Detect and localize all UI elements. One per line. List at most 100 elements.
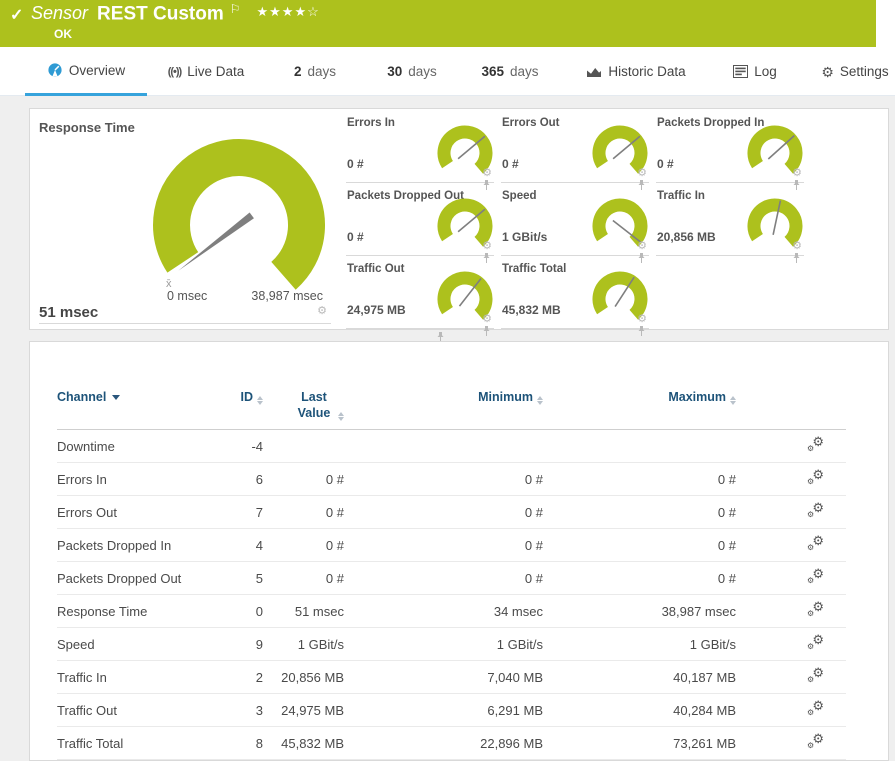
cell-minimum bbox=[344, 430, 543, 463]
tab-number: 2 bbox=[294, 64, 302, 79]
gauge-settings-gear-icon[interactable]: ⚙ bbox=[637, 168, 647, 179]
cell-maximum: 40,284 MB bbox=[543, 694, 736, 727]
sort-arrows-icon[interactable] bbox=[537, 396, 543, 405]
channel-settings-gears-icon[interactable]: ⚙⚙ bbox=[808, 668, 824, 683]
cell-last-value: 51 msec bbox=[263, 595, 344, 628]
table-header-row: Channel ID Last Value Minimum Maximum bbox=[57, 390, 846, 430]
tab-overview[interactable]: Overview bbox=[25, 47, 147, 96]
cell-last-value: 0 # bbox=[263, 529, 344, 562]
channel-settings-gears-icon[interactable]: ⚙⚙ bbox=[808, 536, 824, 551]
tab-number: 30 bbox=[387, 64, 402, 79]
gauge-traffic-out: Traffic Out 24,975 MB ⚙ bbox=[346, 259, 494, 329]
tile-label: Traffic Total bbox=[502, 263, 566, 275]
gauge-settings-gear-icon[interactable]: ⚙ bbox=[317, 306, 327, 317]
channel-settings-gears-icon[interactable]: ⚙⚙ bbox=[808, 437, 824, 452]
flag-icon[interactable]: ⚐ bbox=[230, 2, 241, 16]
channel-settings-gears-icon[interactable]: ⚙⚙ bbox=[808, 635, 824, 650]
gauge-traffic-total: Traffic Total 45,832 MB ⚙ bbox=[501, 259, 649, 329]
prtg-sensor-page: ✓ SensorREST Custom⚐★★★★☆ OK Overview ((… bbox=[0, 0, 895, 761]
table-row-packets-dropped-out[interactable]: Packets Dropped Out 5 0 # 0 # 0 # ⚙⚙ bbox=[57, 562, 846, 595]
channel-table-panel: Channel ID Last Value Minimum Maximum bbox=[29, 341, 889, 761]
broadcast-icon: ((•)) bbox=[168, 66, 182, 78]
table-row-response-time[interactable]: Response Time 0 51 msec 34 msec 38,987 m… bbox=[57, 595, 846, 628]
column-header-maximum[interactable]: Maximum bbox=[543, 390, 736, 430]
gauge-settings-gear-icon[interactable]: ⚙ bbox=[637, 314, 647, 325]
tile-value: 0 # bbox=[347, 230, 364, 244]
channel-settings-gears-icon[interactable]: ⚙⚙ bbox=[808, 701, 824, 716]
gauge-settings-gear-icon[interactable]: ⚙ bbox=[482, 314, 492, 325]
priority-stars[interactable]: ★★★★☆ bbox=[257, 4, 320, 19]
gauge-settings-gear-icon[interactable]: ⚙ bbox=[792, 168, 802, 179]
channel-settings-gears-icon[interactable]: ⚙⚙ bbox=[808, 503, 824, 518]
sort-arrows-icon[interactable] bbox=[730, 396, 736, 405]
tab-label: days bbox=[408, 64, 437, 79]
gauge-settings-gear-icon[interactable]: ⚙ bbox=[637, 241, 647, 252]
tab-log[interactable]: Log bbox=[722, 47, 788, 96]
tab-label: Live Data bbox=[187, 64, 244, 79]
tab-label: Historic Data bbox=[608, 64, 685, 79]
table-row-traffic-total[interactable]: Traffic Total 8 45,832 MB 22,896 MB 73,2… bbox=[57, 727, 846, 760]
column-header-minimum[interactable]: Minimum bbox=[344, 390, 543, 430]
table-row-downtime[interactable]: Downtime -4 ⚙⚙ bbox=[57, 430, 846, 463]
tile-value: 0 # bbox=[347, 157, 364, 171]
tab-live-data[interactable]: ((•)) Live Data bbox=[150, 47, 262, 96]
table-row-packets-dropped-in[interactable]: Packets Dropped In 4 0 # 0 # 0 # ⚙⚙ bbox=[57, 529, 846, 562]
table-row-speed[interactable]: Speed 9 1 GBit/s 1 GBit/s 1 GBit/s ⚙⚙ bbox=[57, 628, 846, 661]
cell-last-value: 0 # bbox=[263, 496, 344, 529]
gauge-speed: Speed 1 GBit/s ⚙ bbox=[501, 186, 649, 256]
column-header-id[interactable]: ID bbox=[207, 390, 263, 430]
column-header-channel[interactable]: Channel bbox=[57, 390, 207, 430]
channel-gauge-grid: Errors In 0 # ⚙ Errors Out bbox=[346, 113, 804, 329]
sort-arrows-icon[interactable] bbox=[257, 396, 263, 405]
tab-bar: Overview ((•)) Live Data 2 days 30 days … bbox=[0, 47, 895, 96]
channel-settings-gears-icon[interactable]: ⚙⚙ bbox=[808, 734, 824, 749]
table-row-traffic-out[interactable]: Traffic Out 3 24,975 MB 6,291 MB 40,284 … bbox=[57, 694, 846, 727]
channel-table: Channel ID Last Value Minimum Maximum bbox=[57, 390, 846, 760]
cell-maximum: 1 GBit/s bbox=[543, 628, 736, 661]
gauge-title: Response Time bbox=[39, 120, 135, 135]
tab-30-days[interactable]: 30 days bbox=[372, 47, 452, 96]
gear-icon: ⚙ bbox=[821, 65, 834, 79]
pushpin-icon[interactable] bbox=[482, 326, 491, 337]
cell-id: 5 bbox=[207, 562, 263, 595]
cell-channel: Downtime bbox=[57, 430, 207, 463]
tile-value: 0 # bbox=[502, 157, 519, 171]
sort-arrows-icon[interactable] bbox=[338, 412, 344, 421]
pushpin-icon[interactable] bbox=[637, 326, 646, 337]
tab-2-days[interactable]: 2 days bbox=[280, 47, 350, 96]
tab-historic-data[interactable]: Historic Data bbox=[572, 47, 700, 96]
tab-settings[interactable]: ⚙ Settings bbox=[812, 47, 895, 96]
area-chart-icon bbox=[586, 65, 602, 79]
column-header-last-value[interactable]: Last Value bbox=[263, 390, 344, 430]
cell-id: 0 bbox=[207, 595, 263, 628]
gauge-errors-in: Errors In 0 # ⚙ bbox=[346, 113, 494, 183]
gauge-settings-gear-icon[interactable]: ⚙ bbox=[792, 241, 802, 252]
gauge-settings-gear-icon[interactable]: ⚙ bbox=[482, 241, 492, 252]
tab-label: Overview bbox=[69, 63, 125, 78]
channel-settings-gears-icon[interactable]: ⚙⚙ bbox=[808, 602, 824, 617]
cell-minimum: 1 GBit/s bbox=[344, 628, 543, 661]
cell-maximum bbox=[543, 430, 736, 463]
cell-minimum: 6,291 MB bbox=[344, 694, 543, 727]
channel-settings-gears-icon[interactable]: ⚙⚙ bbox=[808, 470, 824, 485]
empty-grid-cell bbox=[656, 259, 804, 329]
cell-minimum: 7,040 MB bbox=[344, 661, 543, 694]
tab-365-days[interactable]: 365 days bbox=[468, 47, 552, 96]
gauge-max-label: 38,987 msec bbox=[251, 289, 323, 303]
gauge-icon bbox=[47, 62, 63, 78]
gauge-settings-gear-icon[interactable]: ⚙ bbox=[482, 168, 492, 179]
table-row-traffic-in[interactable]: Traffic In 2 20,856 MB 7,040 MB 40,187 M… bbox=[57, 661, 846, 694]
cell-channel: Traffic In bbox=[57, 661, 207, 694]
table-row-errors-out[interactable]: Errors Out 7 0 # 0 # 0 # ⚙⚙ bbox=[57, 496, 846, 529]
table-row-errors-in[interactable]: Errors In 6 0 # 0 # 0 # ⚙⚙ bbox=[57, 463, 846, 496]
sensor-status-header: ✓ SensorREST Custom⚐★★★★☆ OK bbox=[0, 0, 876, 47]
channel-settings-gears-icon[interactable]: ⚙⚙ bbox=[808, 569, 824, 584]
cell-id: 7 bbox=[207, 496, 263, 529]
cell-id: 2 bbox=[207, 661, 263, 694]
cell-maximum: 0 # bbox=[543, 529, 736, 562]
cell-channel: Response Time bbox=[57, 595, 207, 628]
cell-last-value: 0 # bbox=[263, 463, 344, 496]
tile-value: 24,975 MB bbox=[347, 303, 406, 317]
cell-minimum: 0 # bbox=[344, 562, 543, 595]
cell-channel: Packets Dropped Out bbox=[57, 562, 207, 595]
